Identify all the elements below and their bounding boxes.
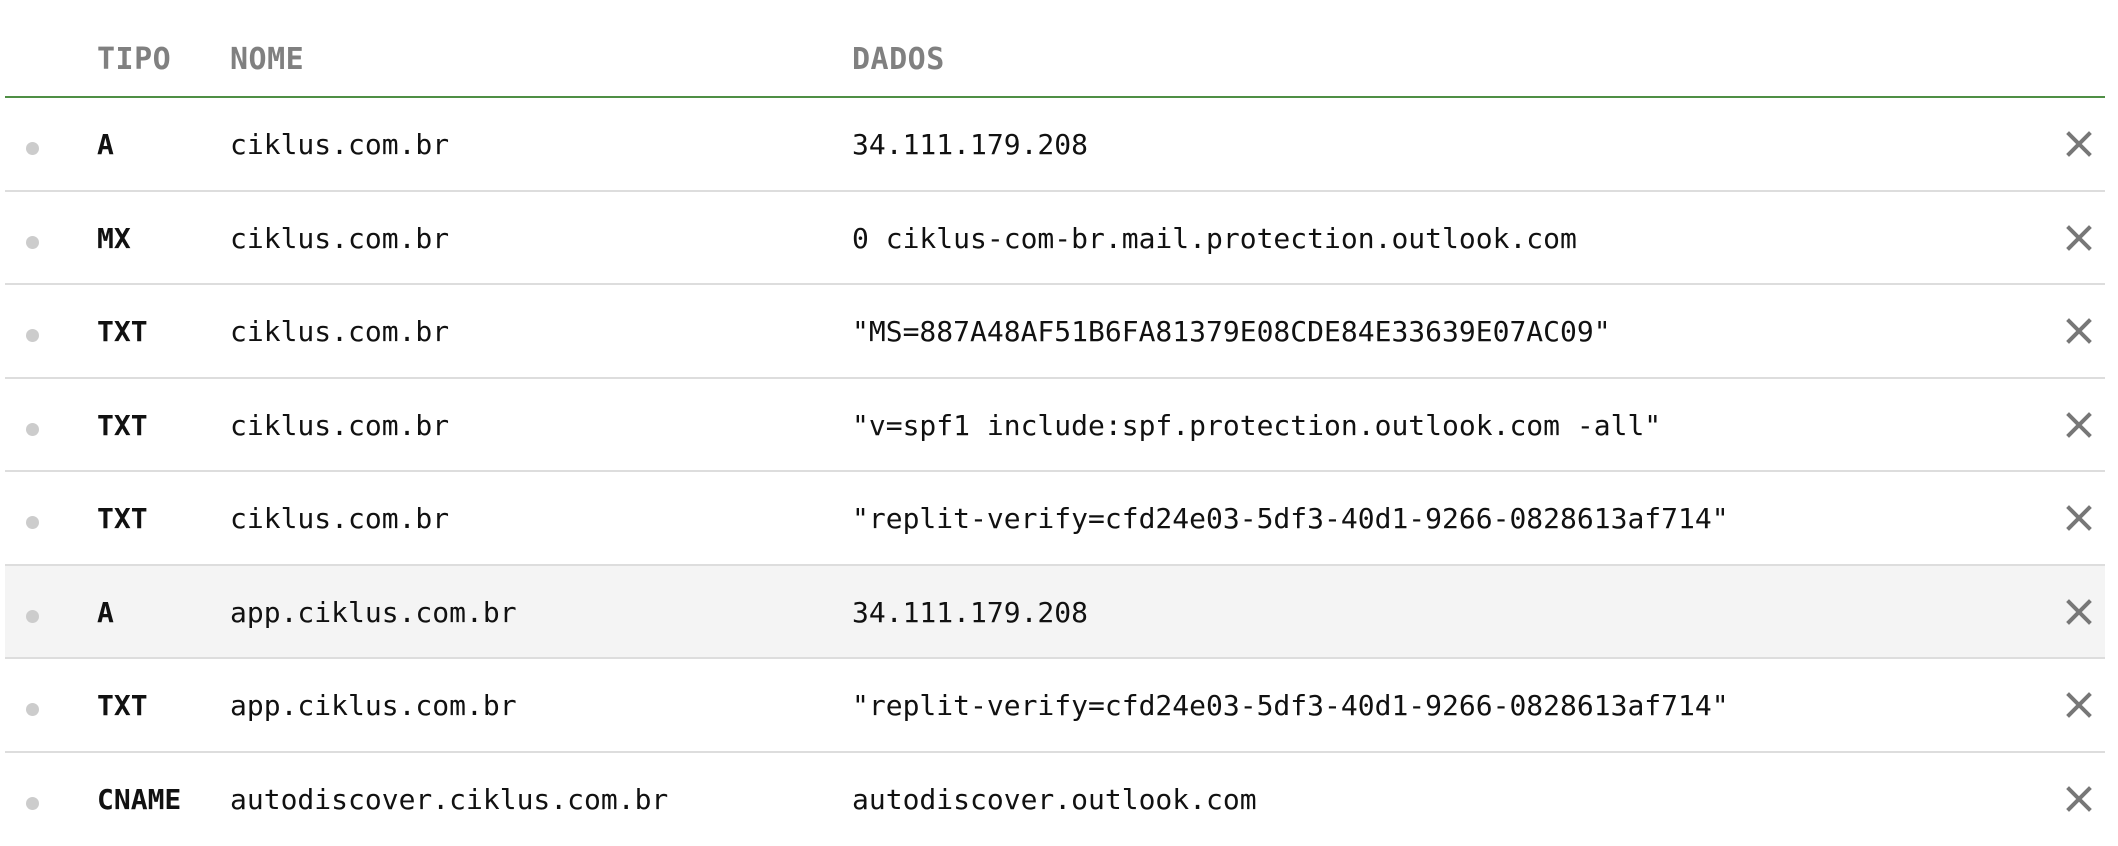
delete-record-button[interactable] — [2057, 309, 2101, 353]
close-icon — [2066, 505, 2092, 531]
close-icon — [2066, 599, 2092, 625]
status-dot-icon — [26, 797, 39, 810]
status-dot-icon — [26, 516, 39, 529]
record-name: app.ciklus.com.br — [230, 596, 517, 629]
delete-record-button[interactable] — [2057, 590, 2101, 634]
record-type: TXT — [97, 315, 148, 348]
record-type: A — [97, 596, 114, 629]
record-name: ciklus.com.br — [230, 502, 449, 535]
status-dot-icon — [26, 236, 39, 249]
table-row: TXT ciklus.com.br "v=spf1 include:spf.pr… — [5, 379, 2105, 473]
header-tipo: TIPO — [97, 42, 171, 77]
delete-record-button[interactable] — [2057, 216, 2101, 260]
record-type: CNAME — [97, 783, 181, 816]
dns-records-table: TIPO NOME DADOS A ciklus.com.br 34.111.1… — [5, 0, 2105, 846]
record-name: ciklus.com.br — [230, 315, 449, 348]
table-header: TIPO NOME DADOS — [5, 0, 2105, 98]
record-name: ciklus.com.br — [230, 222, 449, 255]
table-row: A app.ciklus.com.br 34.111.179.208 — [5, 566, 2105, 660]
header-dados: DADOS — [852, 42, 945, 77]
record-type: A — [97, 128, 114, 161]
status-dot-icon — [26, 329, 39, 342]
table-row: TXT ciklus.com.br "MS=887A48AF51B6FA8137… — [5, 285, 2105, 379]
record-data: "MS=887A48AF51B6FA81379E08CDE84E33639E07… — [852, 315, 1611, 348]
delete-record-button[interactable] — [2057, 122, 2101, 166]
record-data: "replit-verify=cfd24e03-5df3-40d1-9266-0… — [852, 689, 1729, 722]
record-name: autodiscover.ciklus.com.br — [230, 783, 668, 816]
close-icon — [2066, 131, 2092, 157]
record-name: ciklus.com.br — [230, 128, 449, 161]
delete-record-button[interactable] — [2057, 403, 2101, 447]
record-type: TXT — [97, 409, 148, 442]
delete-record-button[interactable] — [2057, 777, 2101, 821]
table-row: A ciklus.com.br 34.111.179.208 — [5, 98, 2105, 192]
record-type: MX — [97, 222, 131, 255]
table-row: TXT ciklus.com.br "replit-verify=cfd24e0… — [5, 472, 2105, 566]
record-data: 34.111.179.208 — [852, 596, 1088, 629]
record-data: "replit-verify=cfd24e03-5df3-40d1-9266-0… — [852, 502, 1729, 535]
table-row: MX ciklus.com.br 0 ciklus-com-br.mail.pr… — [5, 192, 2105, 286]
header-nome: NOME — [230, 42, 304, 77]
status-dot-icon — [26, 423, 39, 436]
close-icon — [2066, 318, 2092, 344]
record-name: ciklus.com.br — [230, 409, 449, 442]
delete-record-button[interactable] — [2057, 683, 2101, 727]
record-type: TXT — [97, 689, 148, 722]
record-data: 34.111.179.208 — [852, 128, 1088, 161]
status-dot-icon — [26, 610, 39, 623]
record-data: 0 ciklus-com-br.mail.protection.outlook.… — [852, 222, 1577, 255]
delete-record-button[interactable] — [2057, 496, 2101, 540]
record-data: "v=spf1 include:spf.protection.outlook.c… — [852, 409, 1661, 442]
status-dot-icon — [26, 703, 39, 716]
close-icon — [2066, 412, 2092, 438]
status-dot-icon — [26, 142, 39, 155]
record-type: TXT — [97, 502, 148, 535]
record-name: app.ciklus.com.br — [230, 689, 517, 722]
record-data: autodiscover.outlook.com — [852, 783, 1257, 816]
close-icon — [2066, 225, 2092, 251]
table-row: CNAME autodiscover.ciklus.com.br autodis… — [5, 753, 2105, 846]
close-icon — [2066, 786, 2092, 812]
close-icon — [2066, 692, 2092, 718]
table-row: TXT app.ciklus.com.br "replit-verify=cfd… — [5, 659, 2105, 753]
